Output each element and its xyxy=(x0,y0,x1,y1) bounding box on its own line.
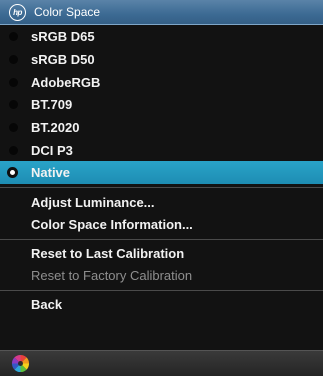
option-native[interactable]: Native xyxy=(0,161,323,184)
pinwheel-icon xyxy=(11,354,30,373)
menu-item-label: Reset to Factory Calibration xyxy=(31,268,193,283)
menu-item-label: Color Space Information... xyxy=(31,217,193,232)
color-space-information-item[interactable]: Color Space Information... xyxy=(0,213,323,236)
title-bar: hp Color Space xyxy=(0,0,323,25)
menu-item-label: Adjust Luminance... xyxy=(31,195,155,210)
adjust-luminance-item[interactable]: Adjust Luminance... xyxy=(0,191,323,214)
divider xyxy=(0,239,323,240)
option-label: Native xyxy=(31,165,71,180)
divider xyxy=(0,187,323,188)
radio-icon xyxy=(9,123,18,132)
option-label: DCI P3 xyxy=(31,143,73,158)
radio-icon xyxy=(9,146,18,155)
menu-item-label: Reset to Last Calibration xyxy=(31,246,185,261)
back-item[interactable]: Back xyxy=(0,293,323,316)
osd-menu: sRGB D65 sRGB D50 AdobeRGB BT.709 BT.202… xyxy=(0,25,323,350)
option-label: sRGB D65 xyxy=(31,29,95,44)
option-bt2020[interactable]: BT.2020 xyxy=(0,116,323,139)
option-bt709[interactable]: BT.709 xyxy=(0,93,323,116)
reset-last-calibration-item[interactable]: Reset to Last Calibration xyxy=(0,242,323,265)
radio-icon xyxy=(9,100,18,109)
option-label: sRGB D50 xyxy=(31,52,95,67)
option-dci-p3[interactable]: DCI P3 xyxy=(0,139,323,162)
footer-bar xyxy=(0,350,323,376)
hp-logo-icon: hp xyxy=(9,3,26,21)
menu-title: Color Space xyxy=(34,5,101,19)
option-label: AdobeRGB xyxy=(31,75,101,90)
option-label: BT.709 xyxy=(31,97,73,112)
menu-item-label: Back xyxy=(31,297,63,312)
radio-icon xyxy=(9,78,18,87)
radio-icon xyxy=(9,55,18,64)
reset-factory-calibration-item: Reset to Factory Calibration xyxy=(0,264,323,287)
radio-icon xyxy=(9,32,18,41)
option-srgb-d50[interactable]: sRGB D50 xyxy=(0,48,323,71)
radio-selected-icon xyxy=(7,167,18,178)
option-adobergb[interactable]: AdobeRGB xyxy=(0,71,323,94)
option-srgb-d65[interactable]: sRGB D65 xyxy=(0,25,323,48)
option-label: BT.2020 xyxy=(31,120,80,135)
hp-logo-text: hp xyxy=(13,7,22,17)
divider xyxy=(0,290,323,291)
